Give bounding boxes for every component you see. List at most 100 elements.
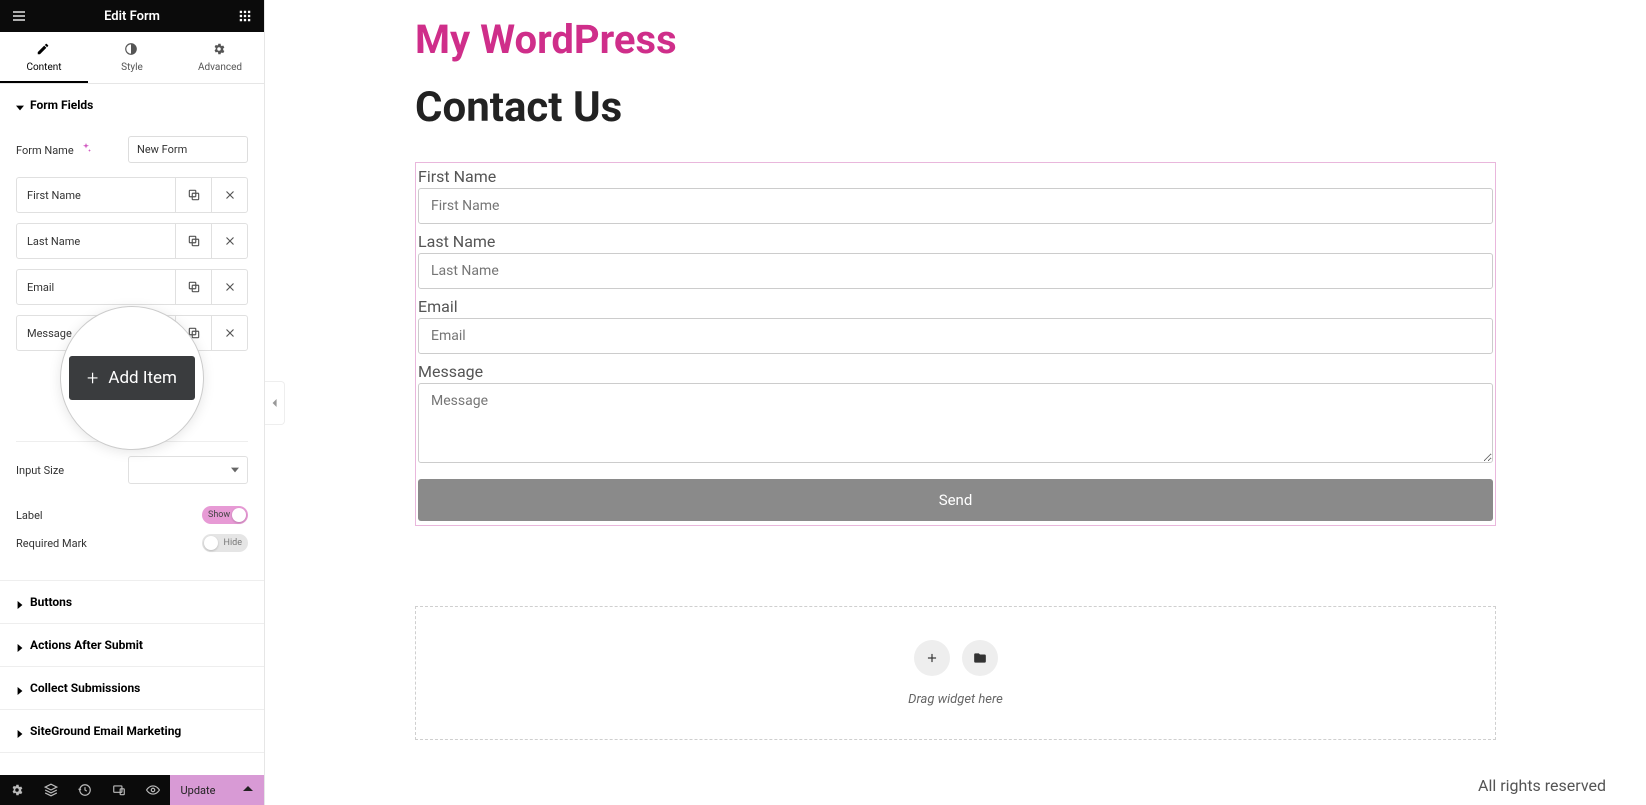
contrast-icon xyxy=(124,42,140,58)
section-actions-after-submit: Actions After Submit xyxy=(0,624,264,667)
tab-advanced[interactable]: Advanced xyxy=(176,32,264,83)
sidebar-header: Edit Form xyxy=(0,0,264,32)
site-title: My WordPress xyxy=(415,16,1496,63)
label-toggle-label: Label xyxy=(16,509,43,522)
caret-right-icon xyxy=(16,727,24,735)
section-buttons: Buttons xyxy=(0,581,264,624)
eye-icon xyxy=(146,783,160,797)
form-name-row: Form Name xyxy=(16,136,248,163)
folder-icon xyxy=(973,651,987,665)
duplicate-button[interactable] xyxy=(175,224,211,258)
remove-button[interactable] xyxy=(211,224,247,258)
required-toggle-label: Required Mark xyxy=(16,537,87,550)
update-button[interactable]: Update xyxy=(170,775,264,805)
field-label: Email xyxy=(17,270,175,304)
label-toggle[interactable]: Show xyxy=(202,506,248,524)
email-label: Email xyxy=(418,295,1493,318)
send-button[interactable]: Send xyxy=(418,479,1493,521)
add-item-label: Add Item xyxy=(108,368,177,388)
bottom-bar: Update xyxy=(0,775,264,805)
section-title: Form Fields xyxy=(30,98,93,112)
section-title: SiteGround Email Marketing xyxy=(30,724,181,738)
remove-button[interactable] xyxy=(211,316,247,350)
section-form-fields: Form Fields Form Name First Name xyxy=(0,84,264,581)
duplicate-button[interactable] xyxy=(175,270,211,304)
page-content: My WordPress Contact Us First Name Last … xyxy=(265,16,1646,740)
first-name-input[interactable] xyxy=(418,188,1493,224)
dropzone-hint: Drag widget here xyxy=(908,692,1003,707)
section-siteground-email: SiteGround Email Marketing xyxy=(0,710,264,753)
tab-label: Style xyxy=(121,62,143,73)
field-item-last-name[interactable]: Last Name xyxy=(16,223,248,259)
toggle-text: Show xyxy=(208,510,230,520)
pencil-icon xyxy=(36,42,52,58)
email-input[interactable] xyxy=(418,318,1493,354)
section-header-collect[interactable]: Collect Submissions xyxy=(0,667,264,709)
sidebar-title: Edit Form xyxy=(104,9,160,24)
editor-sidebar: Edit Form Content Style Advanced xyxy=(0,0,265,805)
first-name-label: First Name xyxy=(418,165,1493,188)
footer-text: All rights reserved xyxy=(1478,776,1606,795)
section-header-actions[interactable]: Actions After Submit xyxy=(0,624,264,666)
chevron-up-icon xyxy=(243,784,253,797)
add-widget-button[interactable] xyxy=(914,640,950,676)
preview-button[interactable] xyxy=(136,775,170,805)
page-heading: Contact Us xyxy=(415,83,1496,132)
responsive-button[interactable] xyxy=(102,775,136,805)
required-toggle[interactable]: Hide xyxy=(202,534,248,552)
widget-dropzone[interactable]: Drag widget here xyxy=(415,606,1496,740)
copy-icon xyxy=(187,280,201,294)
last-name-input[interactable] xyxy=(418,253,1493,289)
chevron-left-icon xyxy=(271,398,279,408)
tab-label: Advanced xyxy=(198,62,242,73)
copy-icon xyxy=(187,234,201,248)
section-title: Collect Submissions xyxy=(30,681,140,695)
caret-right-icon xyxy=(16,598,24,606)
caret-right-icon xyxy=(16,641,24,649)
close-icon xyxy=(223,280,237,294)
plus-icon: + xyxy=(87,366,98,390)
navigator-button[interactable] xyxy=(34,775,68,805)
section-title: Actions After Submit xyxy=(30,638,143,652)
close-icon xyxy=(223,234,237,248)
toggle-text: Hide xyxy=(224,538,242,548)
history-icon xyxy=(78,783,92,797)
field-item-first-name[interactable]: First Name xyxy=(16,177,248,213)
editor-tabs: Content Style Advanced xyxy=(0,32,264,84)
history-button[interactable] xyxy=(68,775,102,805)
gear-icon xyxy=(10,783,24,797)
magnifier-callout: + Add Item xyxy=(60,306,204,450)
add-item-button[interactable]: + Add Item xyxy=(69,356,195,400)
field-label: First Name xyxy=(17,178,175,212)
tab-style[interactable]: Style xyxy=(88,32,176,83)
input-size-select[interactable] xyxy=(128,456,248,484)
remove-button[interactable] xyxy=(211,270,247,304)
tab-label: Content xyxy=(26,62,61,73)
remove-button[interactable] xyxy=(211,178,247,212)
editor-canvas: My WordPress Contact Us First Name Last … xyxy=(265,0,1646,805)
field-item-email[interactable]: Email xyxy=(16,269,248,305)
gear-icon xyxy=(212,42,228,58)
menu-icon[interactable] xyxy=(10,7,28,25)
toggle-knob xyxy=(204,536,218,550)
message-textarea[interactable] xyxy=(418,383,1493,463)
field-label: Last Name xyxy=(17,224,175,258)
settings-button[interactable] xyxy=(0,775,34,805)
close-icon xyxy=(223,326,237,340)
collapse-sidebar-handle[interactable] xyxy=(265,381,285,425)
last-name-label: Last Name xyxy=(418,230,1493,253)
tab-content[interactable]: Content xyxy=(0,32,88,83)
form-name-label: Form Name xyxy=(16,142,92,157)
template-library-button[interactable] xyxy=(962,640,998,676)
widgets-grid-icon[interactable] xyxy=(236,7,254,25)
chevron-down-icon xyxy=(231,464,239,477)
section-header-buttons[interactable]: Buttons xyxy=(0,581,264,623)
form-name-input[interactable] xyxy=(128,136,248,163)
ai-sparkle-icon xyxy=(80,142,92,154)
section-header-siteground[interactable]: SiteGround Email Marketing xyxy=(0,710,264,752)
section-header-form-fields[interactable]: Form Fields xyxy=(0,84,264,126)
duplicate-button[interactable] xyxy=(175,178,211,212)
toggle-knob xyxy=(232,508,246,522)
contact-form-widget[interactable]: First Name Last Name Email Message Send xyxy=(415,162,1496,526)
plus-icon xyxy=(925,651,939,665)
